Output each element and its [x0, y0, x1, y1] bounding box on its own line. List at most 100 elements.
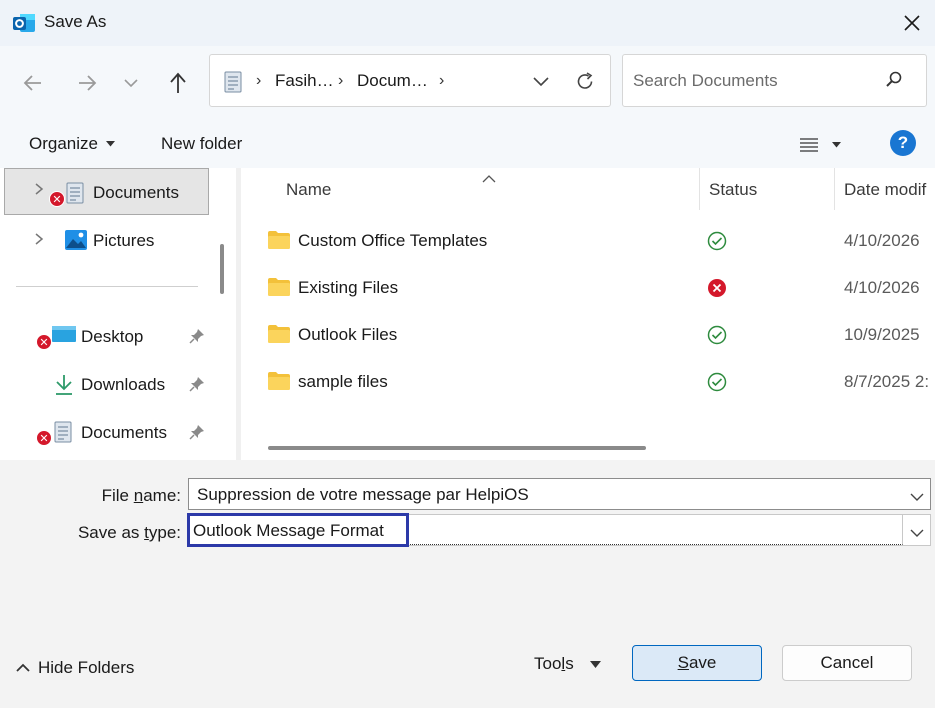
chevron-down-icon — [124, 79, 138, 88]
search-input[interactable] — [633, 69, 873, 93]
caret-down-icon — [105, 141, 115, 147]
file-name: Custom Office Templates — [298, 231, 488, 250]
sort-ascending-icon — [482, 168, 496, 188]
file-row[interactable]: sample files 8/7/2025 2: — [241, 359, 935, 405]
sidebar-divider — [16, 286, 198, 287]
organize-menu[interactable]: Organize — [29, 134, 115, 154]
sidebar-item-label: Documents — [81, 423, 167, 442]
file-row[interactable]: Outlook Files 10/9/2025 — [241, 312, 935, 358]
cancel-button[interactable]: Cancel — [782, 645, 912, 681]
breadcrumb-separator: › — [338, 72, 344, 89]
search-box[interactable] — [622, 54, 927, 107]
tools-menu[interactable]: Tools — [534, 654, 601, 674]
new-folder-button[interactable]: New folder — [161, 134, 242, 154]
documents-icon — [224, 71, 242, 98]
folder-icon — [268, 372, 290, 395]
back-button[interactable] — [16, 66, 50, 100]
sidebar-item-downloads[interactable]: Downloads — [50, 370, 210, 402]
synced-status-icon — [707, 231, 727, 256]
forward-button[interactable] — [70, 66, 104, 100]
file-date: 8/7/2025 2: — [844, 372, 930, 391]
sidebar-item-label: Pictures — [93, 231, 155, 250]
file-name-label: File name: — [101, 486, 181, 505]
list-view-icon — [800, 138, 818, 152]
close-button[interactable] — [889, 0, 935, 46]
recent-locations-button[interactable] — [114, 66, 148, 100]
pictures-icon — [64, 229, 88, 256]
sidebar-scrollbar[interactable] — [220, 244, 224, 294]
navigation-bar: › Fasih… › Docum… › — [0, 46, 935, 122]
refresh-icon — [577, 72, 593, 89]
search-icon[interactable] — [885, 70, 903, 93]
sync-error-icon — [707, 278, 727, 303]
synced-status-icon — [707, 372, 727, 397]
file-name: Existing Files — [298, 278, 399, 297]
caret-down-icon — [832, 142, 841, 148]
documents-icon — [66, 182, 84, 209]
tools-label: Tools — [534, 654, 574, 673]
navigation-pane: ✕ Documents Pictures ✕ Desktop Downloads… — [0, 168, 236, 460]
save-as-type-value: Outlook Message Format — [193, 521, 384, 540]
column-header-name[interactable]: Name — [286, 180, 331, 200]
pin-icon[interactable] — [189, 376, 205, 397]
expand-chevron[interactable] — [34, 232, 44, 246]
sync-error-icon: ✕ — [36, 430, 52, 446]
new-folder-label: New folder — [161, 134, 243, 153]
folder-icon — [268, 231, 290, 254]
pin-icon[interactable] — [189, 328, 205, 349]
pin-icon[interactable] — [189, 424, 205, 445]
arrow-right-icon — [79, 75, 97, 91]
column-header-status[interactable]: Status — [709, 180, 757, 200]
arrow-up-icon — [170, 72, 186, 93]
refresh-button[interactable] — [568, 67, 602, 97]
outlook-app-icon — [12, 11, 36, 35]
file-name-combobox[interactable]: Suppression de votre message par HelpiOS — [188, 478, 931, 510]
synced-status-icon — [707, 325, 727, 350]
file-row[interactable]: Custom Office Templates 4/10/2026 — [241, 218, 935, 264]
command-bar: Organize New folder ? — [0, 122, 935, 168]
address-bar[interactable]: › Fasih… › Docum… › — [209, 54, 611, 107]
sync-error-icon: ✕ — [36, 334, 52, 350]
hide-folders-label: Hide Folders — [38, 658, 135, 677]
file-name: Outlook Files — [298, 325, 398, 344]
dialog-footer: Hide Folders Tools Save Cancel — [0, 610, 935, 708]
breadcrumb-item[interactable]: Fasih… — [275, 71, 334, 91]
desktop-icon — [52, 326, 76, 349]
sidebar-item-label: Documents — [93, 183, 179, 202]
sidebar-item-pictures[interactable]: Pictures — [62, 227, 222, 257]
save-button[interactable]: Save — [632, 645, 762, 681]
breadcrumb-item[interactable]: Docum… — [357, 71, 428, 91]
help-button[interactable]: ? — [890, 130, 916, 156]
change-view-button[interactable] — [800, 130, 841, 160]
caret-down-icon — [589, 660, 601, 668]
save-options-form: File name: Suppression de votre message … — [0, 460, 935, 610]
column-divider[interactable] — [834, 168, 835, 210]
file-row[interactable]: Existing Files 4/10/2026 — [241, 265, 935, 311]
sidebar-item-label: Desktop — [81, 327, 144, 346]
chevron-down-icon[interactable] — [910, 487, 924, 507]
column-header-date-modified[interactable]: Date modif — [844, 180, 926, 200]
expand-chevron[interactable] — [34, 182, 44, 196]
documents-icon — [54, 421, 72, 448]
sidebar-item-documents-quick[interactable]: ✕ Documents — [30, 418, 210, 450]
hide-folders-button[interactable]: Hide Folders — [16, 658, 134, 678]
breadcrumb-separator: › — [256, 72, 262, 89]
save-as-type-label: Save as type: — [77, 523, 181, 542]
address-history-dropdown[interactable] — [524, 68, 558, 96]
folder-icon — [268, 325, 290, 348]
column-divider[interactable] — [699, 168, 700, 210]
organize-label: Organize — [29, 134, 98, 153]
chevron-down-icon[interactable] — [910, 523, 924, 543]
downloads-icon — [54, 374, 74, 401]
sidebar-item-desktop[interactable]: ✕ Desktop — [30, 322, 210, 354]
file-date: 10/9/2025 — [844, 325, 920, 344]
chevron-right-icon — [35, 183, 44, 195]
sidebar-item-label: Downloads — [81, 375, 166, 394]
file-list: Name Status Date modif Custom Office Tem… — [241, 168, 935, 460]
chevron-right-icon — [35, 233, 44, 245]
file-name-field[interactable]: Suppression de votre message par HelpiOS — [197, 485, 529, 505]
up-button[interactable] — [161, 66, 195, 100]
save-as-type-select[interactable]: Outlook Message Format — [187, 513, 931, 547]
close-icon — [904, 15, 920, 31]
horizontal-scrollbar[interactable] — [268, 446, 646, 450]
